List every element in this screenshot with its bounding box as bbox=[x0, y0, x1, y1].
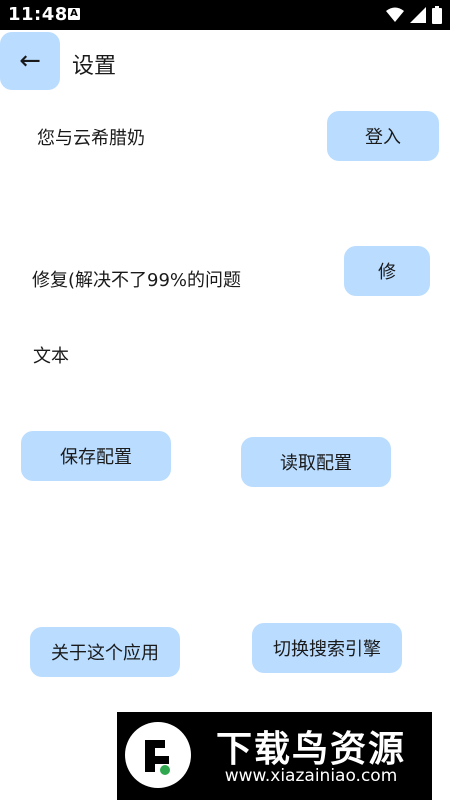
status-icons bbox=[386, 6, 442, 24]
watermark-url: www.xiazainiao.com bbox=[224, 766, 398, 786]
load-config-button[interactable]: 读取配置 bbox=[241, 437, 391, 487]
switch-search-engine-button[interactable]: 切换搜索引擎 bbox=[252, 623, 402, 673]
bird-logo-icon bbox=[125, 722, 191, 788]
repair-button[interactable]: 修 bbox=[344, 246, 430, 296]
login-button[interactable]: 登入 bbox=[327, 111, 439, 161]
plain-text: 文本 bbox=[33, 346, 69, 367]
back-button[interactable]: ← bbox=[0, 32, 60, 90]
status-time: 11:48 bbox=[8, 4, 68, 25]
battery-icon bbox=[432, 6, 442, 24]
account-text: 您与云希腊奶 bbox=[37, 128, 145, 149]
back-arrow-icon: ← bbox=[19, 46, 41, 76]
wifi-icon bbox=[386, 7, 404, 22]
notification-a-icon: A bbox=[68, 8, 80, 20]
about-app-button[interactable]: 关于这个应用 bbox=[30, 627, 180, 677]
bird-logo-glyph bbox=[145, 740, 170, 775]
repair-text: 修复(解决不了99%的问题 bbox=[32, 270, 242, 291]
watermark-banner: 下载鸟资源 www.xiazainiao.com bbox=[117, 712, 432, 800]
status-bar: 11:48 A bbox=[0, 0, 450, 30]
page-title: 设置 bbox=[72, 54, 117, 79]
watermark-title: 下载鸟资源 bbox=[215, 729, 406, 770]
save-config-button[interactable]: 保存配置 bbox=[21, 431, 171, 481]
cell-signal-icon bbox=[410, 7, 426, 23]
